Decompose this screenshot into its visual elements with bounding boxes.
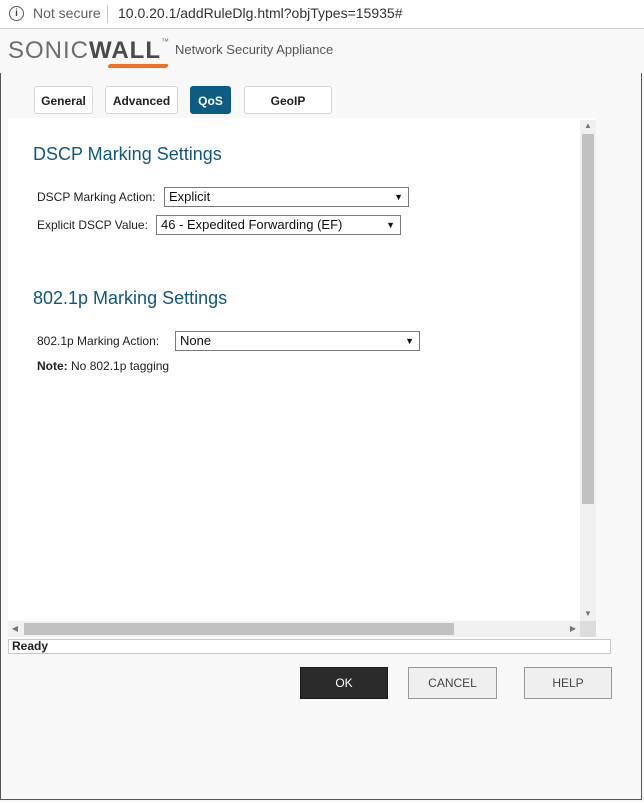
security-status[interactable]: Not secure: [33, 5, 101, 21]
url-text[interactable]: 10.0.20.1/addRuleDlg.html?objTypes=15935…: [118, 5, 402, 21]
scroll-corner: [580, 621, 596, 637]
scroll-up-icon[interactable]: ▲: [580, 120, 596, 132]
dot1p-heading: 802.1p Marking Settings: [33, 288, 228, 308]
dot1p-action-select[interactable]: None ▼: [175, 331, 420, 351]
cancel-button[interactable]: CANCEL: [408, 667, 497, 699]
vertical-scrollbar[interactable]: ▲ ▼: [580, 120, 596, 622]
horizontal-scroll-thumb[interactable]: [24, 623, 454, 635]
dscp-action-select[interactable]: Explicit ▼: [164, 187, 409, 207]
address-bar[interactable]: i Not secure 10.0.20.1/addRuleDlg.html?o…: [0, 0, 644, 29]
sonicwall-logo: SONICWALL™: [8, 37, 170, 68]
scroll-down-icon[interactable]: ▼: [580, 608, 596, 620]
chevron-down-icon: ▼: [405, 336, 414, 346]
address-separator: [107, 5, 108, 23]
horizontal-scrollbar[interactable]: ◀ ▶: [8, 621, 580, 637]
qos-panel: DSCP Marking Settings DSCP Marking Actio…: [8, 118, 596, 638]
info-icon[interactable]: i: [9, 6, 24, 21]
dscp-action-label: DSCP Marking Action:: [37, 190, 156, 204]
dot1p-note: Note: No 802.1p tagging: [37, 359, 170, 373]
app-name: Network Security Appliance: [175, 42, 334, 57]
logo-swoosh: [107, 64, 169, 68]
scroll-left-icon[interactable]: ◀: [8, 621, 22, 637]
tab-geoip[interactable]: GeoIP: [244, 86, 332, 114]
dscp-value-select[interactable]: 46 - Expedited Forwarding (EF) ▼: [156, 215, 401, 235]
chevron-down-icon: ▼: [394, 192, 403, 202]
vertical-scroll-thumb[interactable]: [582, 134, 594, 504]
chevron-down-icon: ▼: [386, 220, 395, 230]
dot1p-action-label: 802.1p Marking Action:: [37, 334, 160, 348]
app-header: SONICWALL™ Network Security Appliance: [0, 29, 644, 73]
help-button[interactable]: HELP: [524, 667, 612, 699]
dscp-value-label: Explicit DSCP Value:: [37, 218, 148, 232]
scroll-right-icon[interactable]: ▶: [566, 621, 580, 637]
tab-qos[interactable]: QoS: [190, 86, 231, 114]
tab-general[interactable]: General: [34, 86, 93, 114]
status-bar: Ready: [8, 639, 611, 654]
ok-button[interactable]: OK: [300, 667, 388, 699]
dscp-heading: DSCP Marking Settings: [33, 144, 222, 164]
tab-advanced[interactable]: Advanced: [105, 86, 178, 114]
